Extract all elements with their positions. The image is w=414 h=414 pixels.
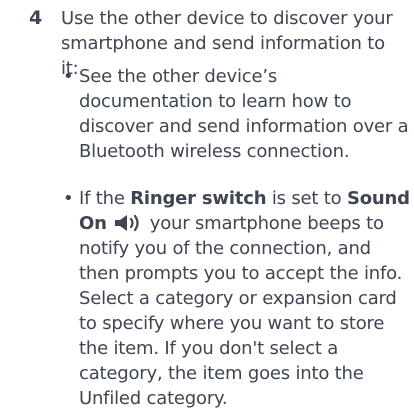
bullet-text: If the Ringer switch is set to Sound On … xyxy=(79,186,411,411)
manual-page: 4 Use the other device to discover your … xyxy=(0,0,414,414)
bullet-text: See the other device’s documentation to … xyxy=(79,66,409,162)
speaker-icon xyxy=(113,214,143,232)
text-run: If the xyxy=(79,188,131,209)
bullet-marker: • xyxy=(63,66,74,87)
bullet-marker: • xyxy=(63,188,74,209)
ringer-switch-label: Ringer switch xyxy=(130,188,267,209)
step-number: 4 xyxy=(29,7,43,29)
text-run: is set to xyxy=(266,188,347,209)
text-run: your smartphone beeps to notify you of t… xyxy=(79,213,403,409)
